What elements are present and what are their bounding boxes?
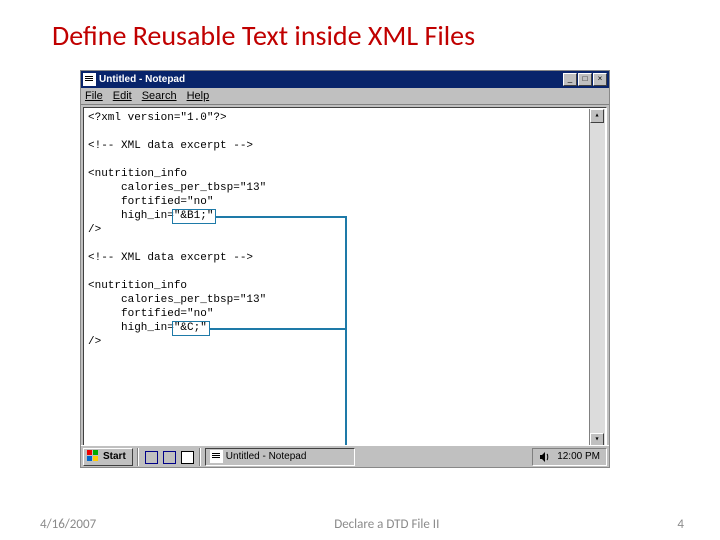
start-button[interactable]: Start [83, 448, 133, 466]
scroll-up-button[interactable]: ▴ [590, 109, 604, 123]
quick-launch [143, 449, 195, 465]
menu-edit[interactable]: Edit [113, 90, 132, 102]
taskbar-separator [137, 448, 139, 466]
text-editor[interactable]: <?xml version="1.0"?> <!-- XML data exce… [83, 107, 607, 465]
maximize-button[interactable]: □ [578, 73, 592, 86]
speaker-icon[interactable] [539, 451, 551, 463]
footer-page: 4 [677, 517, 684, 532]
quicklaunch-icon[interactable] [161, 449, 177, 465]
start-label: Start [103, 451, 126, 462]
notepad-window: Untitled - Notepad _ □ × File Edit Searc… [80, 70, 610, 468]
system-tray[interactable]: 12:00 PM [532, 448, 607, 466]
slide-title: Define Reusable Text inside XML Files [0, 0, 720, 53]
footer-center: Declare a DTD File II [334, 517, 439, 532]
entity-ref-b1: "&B1;" [174, 210, 214, 222]
window-buttons: _ □ × [563, 73, 607, 86]
taskbar: Start Untitled - Notepad 12:00 PM [81, 445, 609, 467]
quicklaunch-icon[interactable] [179, 449, 195, 465]
quicklaunch-icon[interactable] [143, 449, 159, 465]
notepad-icon [83, 73, 96, 86]
taskbar-app-label: Untitled - Notepad [226, 451, 307, 462]
notepad-icon [210, 450, 223, 463]
scrollbar-vertical[interactable]: ▴ ▾ [589, 109, 605, 447]
titlebar[interactable]: Untitled - Notepad _ □ × [81, 71, 609, 88]
clock[interactable]: 12:00 PM [557, 451, 600, 462]
menu-file[interactable]: File [85, 90, 103, 102]
code-area[interactable]: <?xml version="1.0"?> <!-- XML data exce… [85, 109, 605, 351]
footer-date: 4/16/2007 [40, 517, 96, 532]
taskbar-app-button[interactable]: Untitled - Notepad [205, 448, 355, 466]
menu-search[interactable]: Search [142, 90, 177, 102]
entity-ref-c: "&C;" [174, 322, 207, 334]
windows-logo-icon [87, 450, 100, 463]
taskbar-separator [199, 448, 201, 466]
menubar: File Edit Search Help [81, 88, 609, 105]
menu-help[interactable]: Help [187, 90, 210, 102]
minimize-button[interactable]: _ [563, 73, 577, 86]
window-title: Untitled - Notepad [99, 74, 560, 85]
close-button[interactable]: × [593, 73, 607, 86]
slide-footer: 4/16/2007 Declare a DTD File II 4 [0, 517, 720, 532]
